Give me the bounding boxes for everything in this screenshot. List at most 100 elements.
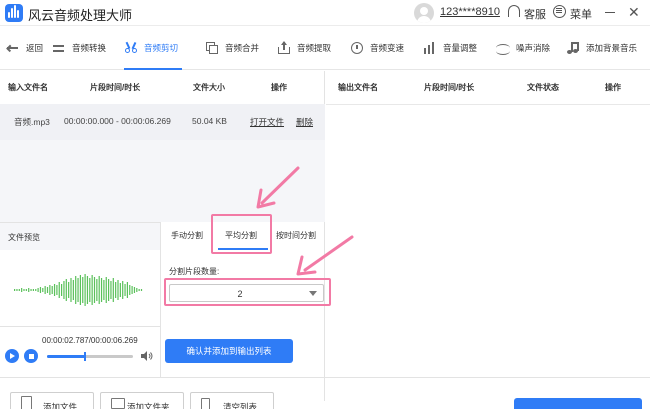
add-folder-button[interactable]: 添加文件夹 <box>100 392 184 409</box>
waveform-bar <box>93 277 96 303</box>
waveform-bar <box>65 279 67 301</box>
tool-label: 音频合并 <box>225 43 260 53</box>
back-button[interactable]: 返回 <box>6 26 43 70</box>
close-icon[interactable]: ✕ <box>628 5 640 19</box>
headset-icon[interactable] <box>508 5 520 17</box>
progress-fill <box>47 355 86 358</box>
file-icon <box>21 396 32 409</box>
waveform-bar <box>75 276 77 304</box>
waveform-bar <box>42 288 44 292</box>
segment-count-label: 分割片段数量: <box>169 267 220 276</box>
tool-audio-merge[interactable]: 音频合并 <box>205 26 259 70</box>
waveform-bar <box>53 284 56 296</box>
service-label[interactable]: 客服 <box>524 6 546 22</box>
waveform-bar <box>51 286 53 294</box>
avatar[interactable] <box>414 3 434 23</box>
waveform-bar <box>63 281 65 299</box>
title-bar: 风云音频处理大师 123****8910 客服 菜单 ✕ <box>0 0 650 26</box>
tool-audio-speed[interactable]: 音频变速 <box>350 26 404 70</box>
tool-label: 添加背景音乐 <box>586 43 638 53</box>
waveform-bar <box>89 278 91 302</box>
arrow-left-icon <box>6 41 20 55</box>
username-link[interactable]: 123****8910 <box>440 6 500 18</box>
waveform-bar <box>70 278 72 302</box>
output-header-filename: 输出文件名 <box>338 83 378 92</box>
waveform-bar <box>100 278 103 302</box>
scissors-icon <box>124 41 138 55</box>
divider <box>326 104 650 105</box>
waveform-bar <box>133 287 136 293</box>
tool-noise-reduction[interactable]: 噪声消除 <box>496 26 550 70</box>
app-title: 风云音频处理大师 <box>28 8 133 23</box>
waveform-bar <box>37 288 39 292</box>
divider <box>0 326 160 327</box>
tool-label: 音量调整 <box>443 43 478 53</box>
tab-manual-split[interactable]: 手动分割 <box>171 230 203 241</box>
upload-icon <box>277 41 291 55</box>
waveform <box>14 274 143 306</box>
waveform-bar <box>61 284 63 296</box>
noise-wave-icon <box>496 41 510 55</box>
waveform-bar <box>84 274 86 306</box>
waveform-bar <box>58 282 60 298</box>
waveform-bar <box>32 289 34 291</box>
confirm-add-button[interactable]: 确认并添加到输出列表 <box>165 339 293 363</box>
input-file-size: 50.04 KB <box>192 116 227 126</box>
waveform-bar <box>79 275 81 305</box>
waveform-bar <box>122 281 124 299</box>
start-process-button[interactable] <box>514 398 642 409</box>
speed-icon <box>350 41 364 55</box>
minimize-icon[interactable] <box>605 12 615 13</box>
progress-handle[interactable] <box>84 352 87 361</box>
add-file-button[interactable]: 添加文件 <box>10 392 94 409</box>
waveform-bar <box>18 289 20 291</box>
waveform-bar <box>46 287 49 293</box>
tool-label: 音频转换 <box>72 43 107 53</box>
toolbar: 返回 音频转换 音频剪切 音频合并 音频提取 音频变速 音量调整 噪声消除 添加… <box>0 26 650 70</box>
annotation-box-select <box>164 278 331 306</box>
waveform-bar <box>105 277 107 303</box>
tool-label: 音频剪切 <box>144 43 179 53</box>
stop-button[interactable] <box>24 349 38 363</box>
waveform-bar <box>124 284 126 296</box>
waveform-bar <box>112 278 114 302</box>
playback-time: 00:00:02.787/00:00:06.269 <box>42 336 138 345</box>
tool-volume-adjust[interactable]: 音量调整 <box>423 26 477 70</box>
waveform-bar <box>129 285 131 295</box>
output-header-action: 操作 <box>605 83 621 92</box>
play-button[interactable] <box>5 349 19 363</box>
delete-link[interactable]: 删除 <box>296 116 313 128</box>
clear-list-button[interactable]: 清空列表 <box>190 392 274 409</box>
tool-audio-convert[interactable]: 音频转换 <box>52 26 106 70</box>
playback-progress[interactable] <box>47 352 133 361</box>
waveform-bar <box>49 285 51 295</box>
waveform-bar <box>28 288 30 292</box>
merge-icon <box>205 41 219 55</box>
annotation-box-tab <box>211 214 272 254</box>
volume-icon[interactable] <box>141 351 153 361</box>
menu-icon[interactable] <box>553 5 566 18</box>
waveform-bar <box>91 275 93 305</box>
tool-audio-extract[interactable]: 音频提取 <box>277 26 331 70</box>
waveform-bar <box>23 289 25 291</box>
waveform-bar <box>30 289 32 291</box>
back-label: 返回 <box>26 43 44 53</box>
tab-time-split[interactable]: 按时间分割 <box>276 230 316 241</box>
volume-bars-icon <box>423 41 437 55</box>
input-header-filename: 输入文件名 <box>8 83 48 92</box>
waveform-bar <box>68 282 70 298</box>
preview-title: 文件预览 <box>8 233 40 242</box>
input-header-size: 文件大小 <box>193 83 225 92</box>
waveform-bar <box>110 281 112 299</box>
clear-list-label: 清空列表 <box>223 402 258 409</box>
menu-label[interactable]: 菜单 <box>570 6 592 22</box>
tool-audio-cut[interactable]: 音频剪切 <box>124 26 183 70</box>
tool-label: 噪声消除 <box>516 43 551 53</box>
waveform-bar <box>138 289 140 291</box>
input-header-time: 片段时间/时长 <box>90 83 141 92</box>
open-file-link[interactable]: 打开文件 <box>250 116 284 128</box>
tool-add-background-music[interactable]: 添加背景音乐 <box>566 26 637 70</box>
divider <box>0 377 650 378</box>
music-note-icon <box>566 41 580 55</box>
waveform-bar <box>16 289 18 291</box>
